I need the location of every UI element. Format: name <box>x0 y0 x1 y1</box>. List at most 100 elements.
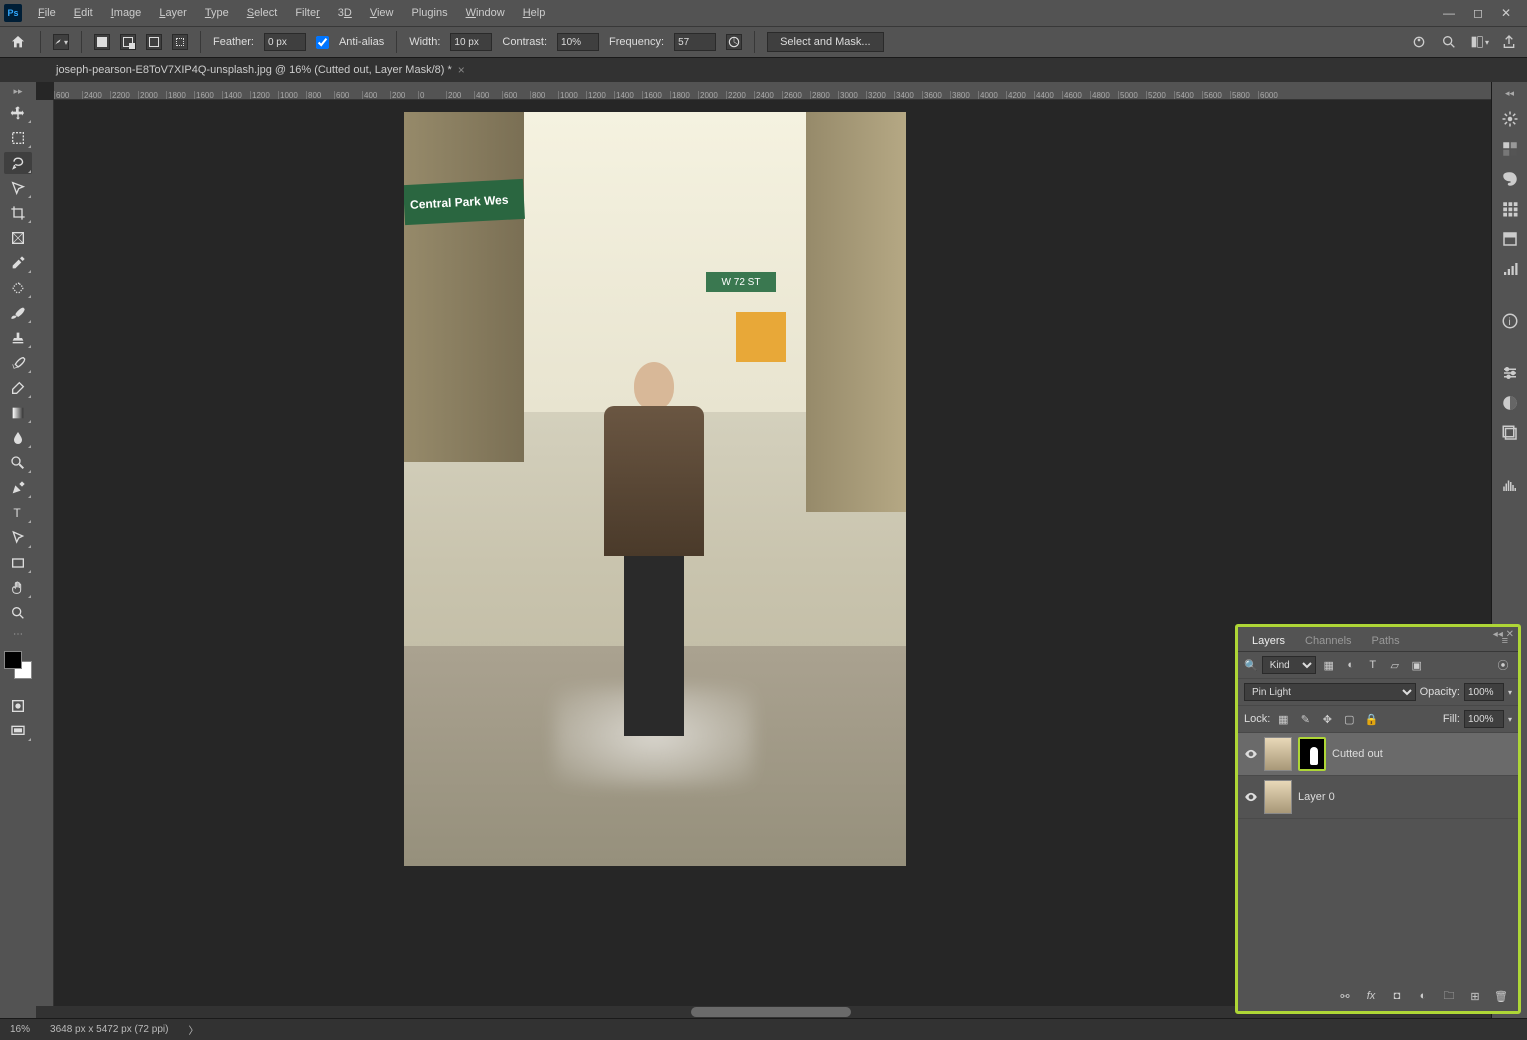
pen-pressure-icon[interactable] <box>726 34 742 50</box>
document-tab[interactable]: joseph-pearson-E8ToV7XIP4Q-unsplash.jpg … <box>48 59 473 81</box>
properties-panel-icon[interactable] <box>1500 229 1520 249</box>
menu-image[interactable]: Image <box>103 4 150 22</box>
cloud-docs-icon[interactable] <box>1409 32 1429 52</box>
styles-panel-icon[interactable] <box>1500 393 1520 413</box>
antialias-checkbox[interactable] <box>316 36 329 49</box>
gradients-panel-icon[interactable] <box>1500 169 1520 189</box>
dodge-tool[interactable] <box>4 452 32 474</box>
maximize-icon[interactable]: ◻ <box>1473 6 1483 20</box>
adjustment-layer-icon[interactable]: ◐ <box>1414 987 1432 1005</box>
pen-tool[interactable] <box>4 477 32 499</box>
gradient-tool[interactable] <box>4 402 32 424</box>
filter-toggle-icon[interactable]: ⦿ <box>1494 656 1512 674</box>
opacity-input[interactable] <box>1464 683 1504 701</box>
blur-tool[interactable] <box>4 427 32 449</box>
feather-input[interactable] <box>264 33 306 51</box>
horizontal-ruler[interactable]: 6002400220020001800160014001200100080060… <box>54 82 1491 100</box>
foreground-color[interactable] <box>4 651 22 669</box>
add-selection-icon[interactable] <box>120 34 136 50</box>
fill-dropdown-icon[interactable]: ▾ <box>1508 715 1512 724</box>
color-panel-icon[interactable] <box>1500 109 1520 129</box>
minimize-icon[interactable]: — <box>1443 6 1455 20</box>
layer-row[interactable]: Cutted out <box>1238 733 1518 776</box>
path-selection-tool[interactable] <box>4 527 32 549</box>
history-brush-tool[interactable] <box>4 352 32 374</box>
tool-preset-icon[interactable]: ▾ <box>53 34 69 50</box>
layer-style-icon[interactable]: fx <box>1362 987 1380 1005</box>
eyedropper-tool[interactable] <box>4 252 32 274</box>
panel-collapse-icon[interactable]: ◂◂ ✕ <box>1493 629 1514 640</box>
layer-thumbnail[interactable] <box>1264 780 1292 814</box>
document-dimensions[interactable]: 3648 px x 5472 px (72 ppi) <box>50 1024 168 1035</box>
rectangle-tool[interactable] <box>4 552 32 574</box>
menu-view[interactable]: View <box>362 4 402 22</box>
color-swatches[interactable] <box>4 651 32 679</box>
frame-tool[interactable] <box>4 227 32 249</box>
patterns-panel-icon[interactable] <box>1500 199 1520 219</box>
menu-help[interactable]: Help <box>515 4 554 22</box>
adjustments-panel-icon[interactable] <box>1500 259 1520 279</box>
histogram-panel-icon[interactable] <box>1500 475 1520 495</box>
search-icon[interactable] <box>1439 32 1459 52</box>
zoom-tool[interactable] <box>4 602 32 624</box>
intersect-selection-icon[interactable] <box>172 34 188 50</box>
menu-file[interactable]: File <box>30 4 64 22</box>
fill-input[interactable] <box>1464 710 1504 728</box>
subtract-selection-icon[interactable] <box>146 34 162 50</box>
menu-edit[interactable]: Edit <box>66 4 101 22</box>
filter-adjust-icon[interactable]: ◐ <box>1342 656 1360 674</box>
contrast-input[interactable] <box>557 33 599 51</box>
layer-row[interactable]: Layer 0 <box>1238 776 1518 819</box>
home-icon[interactable] <box>8 32 28 52</box>
menu-type[interactable]: Type <box>197 4 237 22</box>
visibility-icon[interactable] <box>1244 747 1258 761</box>
delete-layer-icon[interactable]: 🗑 <box>1492 987 1510 1005</box>
lock-pixels-icon[interactable]: ✎ <box>1296 710 1314 728</box>
filter-shape-icon[interactable]: ▱ <box>1386 656 1404 674</box>
layer-name[interactable]: Cutted out <box>1332 748 1383 760</box>
close-tab-icon[interactable]: × <box>458 63 465 77</box>
crop-tool[interactable] <box>4 202 32 224</box>
lock-all-icon[interactable]: 🔒 <box>1362 710 1380 728</box>
menu-window[interactable]: Window <box>458 4 513 22</box>
workspace-switcher-icon[interactable]: ▾ <box>1469 32 1489 52</box>
width-input[interactable] <box>450 33 492 51</box>
layer-thumbnail[interactable] <box>1264 737 1292 771</box>
menu-filter[interactable]: Filter <box>287 4 327 22</box>
link-layers-icon[interactable]: ⚯ <box>1336 987 1354 1005</box>
stamp-tool[interactable] <box>4 327 32 349</box>
hand-tool[interactable] <box>4 577 32 599</box>
menu-plugins[interactable]: Plugins <box>404 4 456 22</box>
select-and-mask-button[interactable]: Select and Mask... <box>767 32 884 52</box>
share-icon[interactable] <box>1499 32 1519 52</box>
layers-tab[interactable]: Layers <box>1242 631 1295 651</box>
document-canvas[interactable]: Central Park Wes W 72 ST <box>404 112 906 866</box>
vertical-ruler[interactable] <box>36 100 54 1018</box>
brush-tool[interactable] <box>4 302 32 324</box>
paths-tab[interactable]: Paths <box>1362 631 1410 651</box>
collapse-toolbar-icon[interactable]: ▸▸ <box>13 86 22 97</box>
add-mask-icon[interactable]: ◘ <box>1388 987 1406 1005</box>
screen-mode-icon[interactable] <box>4 720 32 742</box>
libraries-panel-icon[interactable] <box>1500 363 1520 383</box>
info-panel-icon[interactable]: i <box>1500 311 1520 331</box>
new-layer-icon[interactable]: ⊞ <box>1466 987 1484 1005</box>
lock-artboard-icon[interactable]: ▢ <box>1340 710 1358 728</box>
type-tool[interactable]: T <box>4 502 32 524</box>
new-selection-icon[interactable] <box>94 34 110 50</box>
lock-transparency-icon[interactable]: ▦ <box>1274 710 1292 728</box>
new-group-icon[interactable]: 🗀 <box>1440 987 1458 1005</box>
menu-select[interactable]: Select <box>239 4 286 22</box>
close-icon[interactable]: ✕ <box>1501 6 1511 20</box>
filter-type-icon[interactable]: T <box>1364 656 1382 674</box>
channels-tab[interactable]: Channels <box>1295 631 1361 651</box>
move-tool[interactable] <box>4 102 32 124</box>
healing-tool[interactable] <box>4 277 32 299</box>
filter-smart-icon[interactable]: ▣ <box>1408 656 1426 674</box>
layer-name[interactable]: Layer 0 <box>1298 791 1335 803</box>
menu-3d[interactable]: 3D <box>330 4 360 22</box>
filter-pixel-icon[interactable]: ▦ <box>1320 656 1338 674</box>
menu-layer[interactable]: Layer <box>151 4 195 22</box>
selection-tool[interactable] <box>4 177 32 199</box>
lasso-tool[interactable] <box>4 152 32 174</box>
